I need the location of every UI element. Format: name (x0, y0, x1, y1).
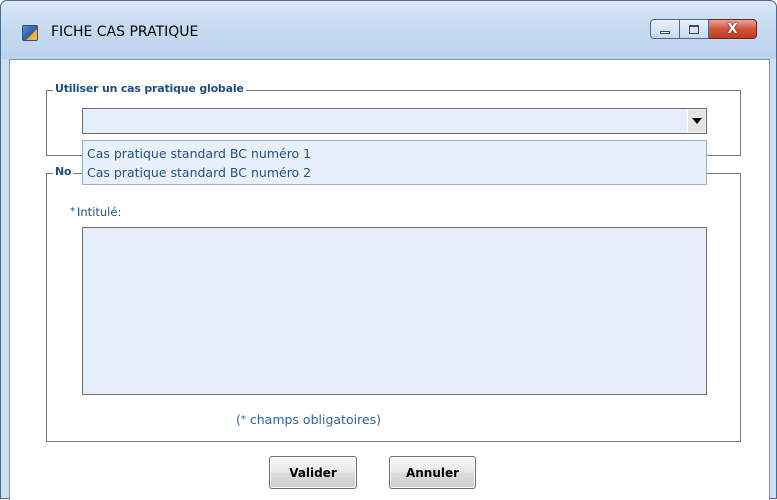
validate-button[interactable]: Valider (269, 456, 357, 489)
minimize-icon (660, 31, 670, 34)
cancel-button[interactable]: Annuler (389, 456, 476, 489)
window-title: FICHE CAS PRATIQUE (51, 24, 199, 40)
required-star: * (70, 206, 75, 217)
title-label-text: Intitulé: (77, 205, 122, 219)
title-bar[interactable]: FICHE CAS PRATIQUE X (1, 1, 776, 59)
dialog-client-area: Utiliser un cas pratique globale No Cas … (9, 59, 770, 500)
close-button[interactable]: X (709, 19, 757, 39)
app-icon[interactable] (22, 25, 38, 41)
global-case-options-list: Cas pratique standard BC numéro 1 Cas pr… (82, 140, 707, 185)
dropdown-option[interactable]: Cas pratique standard BC numéro 2 (83, 163, 706, 182)
title-textarea[interactable] (82, 227, 707, 395)
dialog-window: FICHE CAS PRATIQUE X Utiliser un cas pra… (0, 0, 777, 500)
minimize-button[interactable] (650, 19, 680, 39)
global-case-legend: Utiliser un cas pratique globale (53, 82, 246, 95)
dropdown-option[interactable]: Cas pratique standard BC numéro 1 (83, 144, 706, 163)
global-case-select[interactable] (82, 108, 707, 134)
select-dropdown-button[interactable] (687, 110, 705, 132)
close-icon: X (727, 21, 738, 37)
required-fields-note: (* champs obligatoires) (236, 412, 381, 427)
new-case-legend: No (53, 165, 74, 178)
maximize-icon (689, 24, 699, 34)
title-field-label: * Intitulé: (70, 205, 121, 219)
chevron-down-icon (691, 118, 702, 124)
caption-buttons: X (650, 19, 757, 41)
maximize-button[interactable] (680, 19, 709, 39)
note-text: champs obligatoires) (245, 412, 382, 427)
